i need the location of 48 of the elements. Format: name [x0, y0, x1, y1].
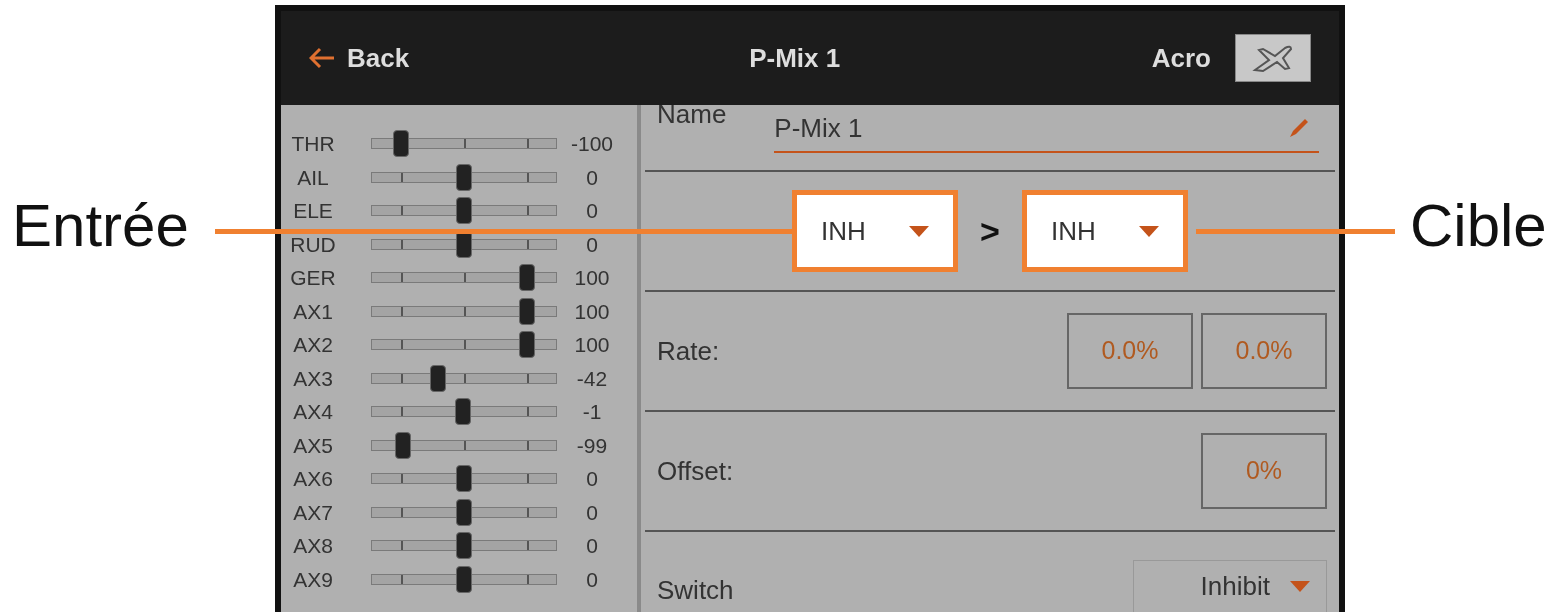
pencil-icon: [1287, 116, 1311, 140]
dropdown[interactable]: INH: [792, 190, 959, 272]
channel-value: -1: [581, 401, 603, 423]
model-type: Acro: [1151, 41, 1211, 75]
channel-label: AIL: [296, 166, 330, 188]
back-button[interactable]: Back: [309, 38, 410, 78]
callout-label: Entrée: [12, 196, 189, 256]
channel-label: ELE: [292, 200, 334, 222]
back-arrow-icon: [309, 47, 335, 69]
name-field[interactable]: P-Mix 1: [774, 105, 1319, 153]
channel-value: 0: [585, 166, 599, 188]
channel-value: -42: [575, 367, 609, 389]
channel-value: -100: [570, 133, 614, 155]
channel-label: AX7: [292, 501, 334, 523]
channel-label: THR: [290, 133, 336, 155]
channel-label: AX8: [292, 535, 334, 557]
switch-dropdown[interactable]: Inhibit: [1133, 560, 1327, 612]
channel-label: AX6: [292, 468, 334, 490]
channel-label: AX2: [292, 334, 334, 356]
channel-value: 0: [585, 568, 599, 590]
channel-value: 0: [585, 200, 599, 222]
caret-icon: [1138, 225, 1159, 237]
channel-label: AX5: [292, 434, 334, 456]
screen-title: P-Mix 1: [749, 41, 841, 75]
channel-value: 0: [585, 501, 599, 523]
field-label: Switch: [657, 574, 734, 607]
channel-value: 0: [585, 233, 599, 255]
callout-label: Cible: [1410, 196, 1547, 256]
channel-value: -99: [575, 434, 609, 456]
channel-label: GER: [289, 267, 337, 289]
dropdown[interactable]: INH: [1021, 190, 1188, 272]
caret-icon: [909, 225, 930, 237]
channel-value: 100: [573, 334, 611, 356]
field-label: Offset:: [657, 454, 734, 488]
channel-label: AX4: [292, 401, 334, 423]
channel-label: AX3: [292, 367, 334, 389]
channel-label: AX9: [292, 568, 334, 590]
field-label: Name: [657, 101, 727, 127]
channel-value: 100: [573, 300, 611, 322]
channel-label: RUD: [289, 233, 337, 255]
channel-label: AX1: [292, 300, 334, 322]
arrow-sign: >: [980, 210, 1000, 252]
field-label: Rate:: [657, 334, 720, 368]
channel-value: 0: [585, 468, 599, 490]
channel-value: 0: [585, 535, 599, 557]
caret-icon: [1290, 581, 1310, 592]
airplane-icon: [1235, 34, 1311, 82]
channel-value: 100: [573, 267, 611, 289]
